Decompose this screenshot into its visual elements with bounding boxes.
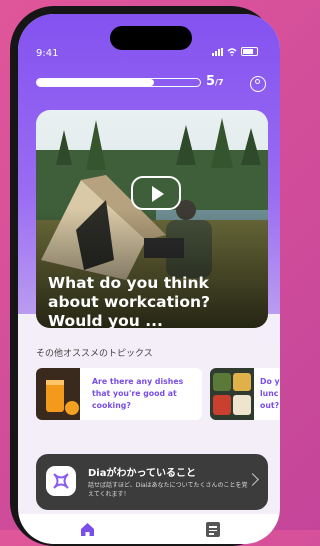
section-title: その他オススメのトピックス — [36, 349, 153, 359]
topic-text: Are there any dishes that you're good at… — [92, 377, 184, 410]
hero-title: What do you think about workcation? Woul… — [48, 274, 211, 328]
dia-logo-icon — [46, 466, 76, 496]
progress-current: 5 — [206, 74, 216, 89]
topic-card[interactable]: Do y lunc out? — [210, 368, 280, 420]
battery-icon — [241, 47, 258, 56]
signal-icon — [212, 47, 223, 56]
dia-card-subtitle: 話せば話すほど、Diaはあなたについてたくさんのことを覚えてくれます！ — [88, 482, 248, 498]
wifi-icon — [227, 47, 237, 56]
progress-total: /7 — [215, 78, 224, 87]
topic-image-bento — [210, 368, 254, 420]
profile-icon[interactable] — [250, 76, 266, 92]
progress-label: 5/7 — [206, 74, 224, 89]
app-screen: 9:41 5/7 What do you think about workcat… — [18, 14, 280, 544]
status-time: 9:41 — [36, 48, 59, 59]
progress-bar — [36, 78, 201, 87]
dia-card-title: Diaがわかっていること — [88, 468, 196, 479]
topic-text: Do y lunc out? — [260, 377, 280, 410]
dia-memory-card[interactable]: Diaがわかっていること 話せば話すほど、Diaはあなたについてたくさんのことを… — [36, 454, 268, 510]
phone-frame: 9:41 5/7 What do you think about workcat… — [10, 6, 280, 546]
system-icons — [212, 47, 258, 56]
topic-card[interactable]: Are there any dishes that you're good at… — [36, 368, 202, 420]
play-button[interactable] — [131, 176, 181, 210]
bottom-nav — [18, 514, 280, 544]
hero-video-card[interactable]: What do you think about workcation? Woul… — [36, 110, 268, 328]
topic-image-juice — [36, 368, 80, 420]
progress-fill — [37, 79, 155, 86]
dynamic-island — [110, 26, 192, 50]
